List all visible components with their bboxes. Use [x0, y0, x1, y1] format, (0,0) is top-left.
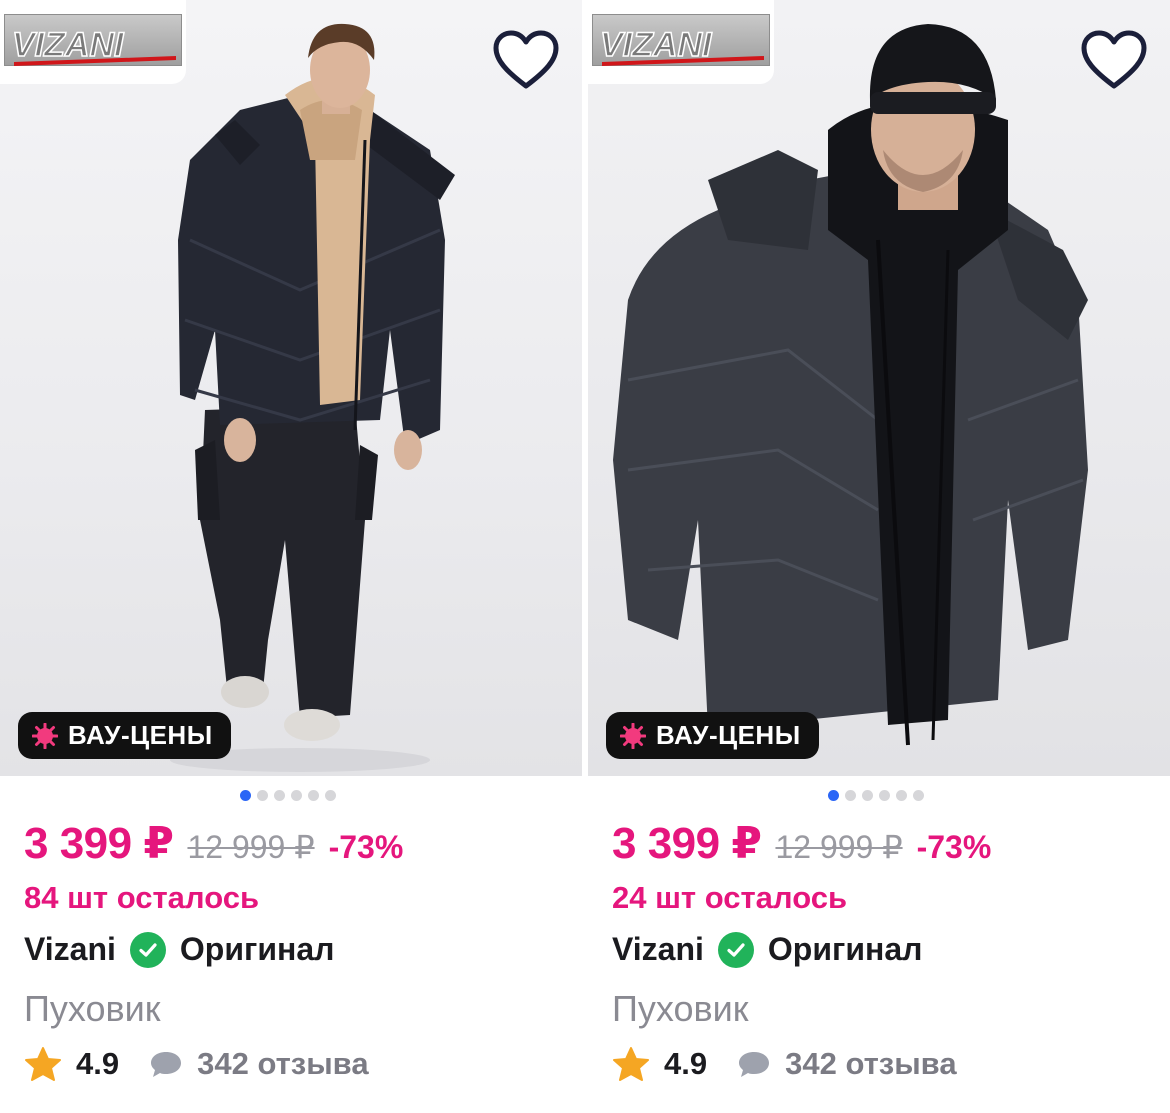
heart-outline-icon [1081, 30, 1147, 89]
carousel-dot[interactable] [308, 789, 319, 801]
comment-icon [151, 1052, 182, 1077]
favorite-button[interactable] [1078, 24, 1150, 96]
carousel-dot-active[interactable] [240, 789, 251, 801]
product-card[interactable]: VIZANI ВАУ [0, 0, 582, 1113]
carousel-dot-active[interactable] [828, 789, 839, 801]
sparkle-icon [620, 722, 646, 749]
carousel-dot[interactable] [845, 789, 856, 801]
carousel-dot[interactable] [879, 789, 890, 801]
sparkle-icon [32, 722, 58, 749]
carousel-dot[interactable] [913, 789, 924, 801]
brand-logo-text: VIZANI [600, 26, 713, 64]
image-carousel-dots[interactable] [240, 789, 336, 801]
carousel-dot[interactable] [862, 789, 873, 801]
stock-left: 24 шт осталось [612, 880, 848, 915]
carousel-dot[interactable] [896, 789, 907, 801]
original-label: Оригинал [179, 931, 335, 967]
product-photo[interactable]: VIZANI ВАУ-ЦЕНЫ [0, 0, 582, 776]
carousel-dot[interactable] [274, 789, 285, 801]
promo-badge-label: ВАУ-ЦЕНЫ [68, 720, 213, 750]
price-current: 3 399 ₽ [24, 819, 174, 868]
carousel-dot[interactable] [257, 789, 268, 801]
heart-outline-icon [493, 30, 559, 89]
price-row: 3 399 ₽ 12 999 ₽ -73% [612, 818, 991, 869]
carousel-dot[interactable] [325, 789, 336, 801]
brand-logo-text: VIZANI [12, 26, 125, 64]
product-image [170, 23, 455, 772]
brand-logo: VIZANI [588, 0, 774, 84]
rating-value: 4.9 [76, 1046, 120, 1081]
price-row: 3 399 ₽ 12 999 ₽ -73% [24, 818, 403, 869]
price-old: 12 999 ₽ [775, 829, 903, 865]
brand-logo: VIZANI [0, 0, 186, 84]
promo-badge: ВАУ-ЦЕНЫ [18, 712, 231, 759]
check-icon [717, 931, 754, 968]
product-card[interactable]: VIZANI ВАУ [588, 0, 1170, 1113]
original-label: Оригинал [767, 931, 923, 967]
stock-left: 84 шт осталось [24, 880, 260, 915]
reviews-count[interactable]: 342 отзыва [785, 1046, 956, 1082]
discount-percent: -73% [328, 829, 404, 865]
price-current: 3 399 ₽ [612, 819, 762, 868]
product-photo[interactable]: VIZANI ВАУ-ЦЕНЫ [588, 0, 1170, 776]
rating-value: 4.9 [664, 1046, 708, 1081]
comment-icon [739, 1052, 770, 1077]
promo-badge-label: ВАУ-ЦЕНЫ [656, 720, 801, 750]
brand-row[interactable]: Vizani Оригинал [24, 931, 334, 968]
image-carousel-dots[interactable] [828, 789, 924, 801]
product-name[interactable]: Пуховик [24, 988, 160, 1030]
product-grid: VIZANI ВАУ-ЦЕНЫ 3 399 ₽ 12 999 ₽ -73% 84… [0, 0, 1170, 1113]
brand-row[interactable]: Vizani Оригинал [612, 931, 922, 968]
price-old: 12 999 ₽ [187, 829, 315, 865]
discount-percent: -73% [916, 829, 992, 865]
favorite-button[interactable] [490, 24, 562, 96]
promo-badge: ВАУ-ЦЕНЫ [606, 712, 819, 759]
rating-row: 4.9 342 отзыва [612, 1046, 957, 1082]
rating-row: 4.9 342 отзыва [24, 1046, 369, 1082]
product-name[interactable]: Пуховик [612, 988, 748, 1030]
star-icon [25, 1047, 61, 1081]
product-image [613, 24, 1088, 746]
star-icon [613, 1047, 649, 1081]
brand-name[interactable]: Vizani [24, 931, 116, 968]
brand-name[interactable]: Vizani [612, 931, 704, 968]
check-icon [129, 931, 166, 968]
reviews-count[interactable]: 342 отзыва [197, 1046, 368, 1082]
carousel-dot[interactable] [291, 789, 302, 801]
